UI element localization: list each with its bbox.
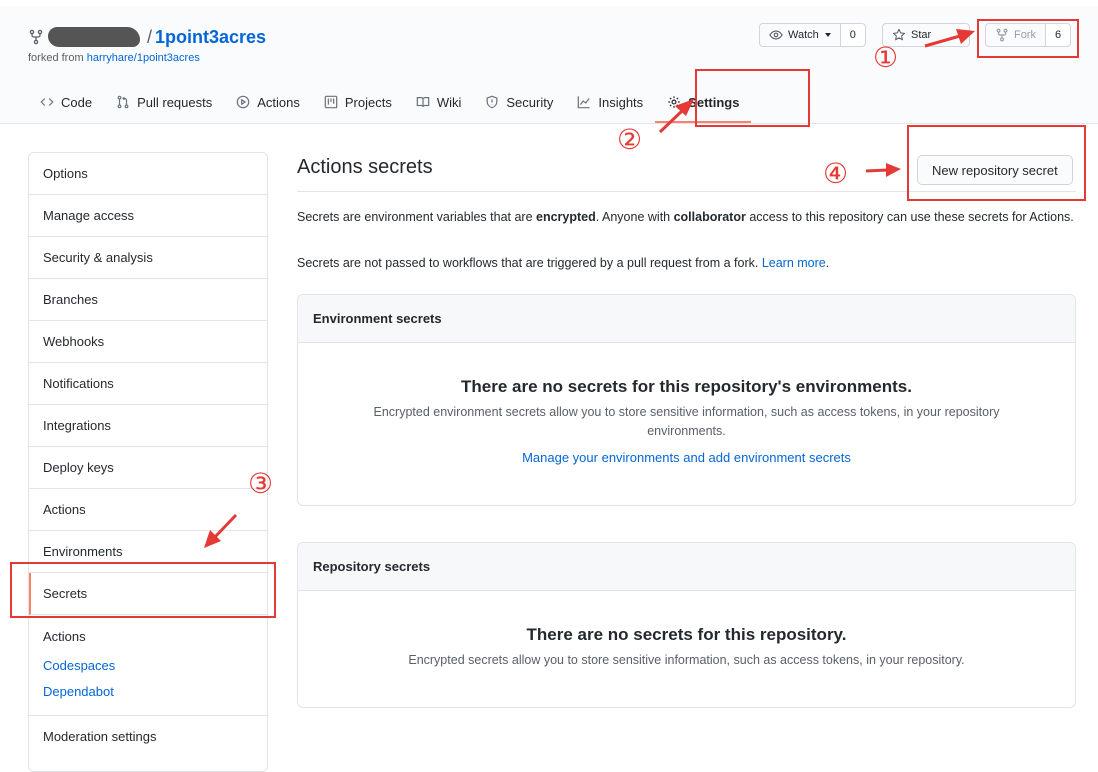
owner-name-redacted <box>48 27 140 47</box>
tab-label: Projects <box>344 94 392 110</box>
sidebar-item-integrations[interactable]: Integrations <box>29 405 267 447</box>
learn-more-link[interactable]: Learn more <box>762 256 826 270</box>
sidebar-item-options[interactable]: Options <box>29 153 267 195</box>
secrets-description: Secrets are environment variables that a… <box>297 208 1076 227</box>
annotation-box-settings <box>695 69 810 127</box>
page-title: Actions secrets <box>297 156 433 178</box>
annotation-box-secrets <box>10 562 276 618</box>
watch-count[interactable]: 0 <box>839 24 865 46</box>
sidebar-item-moderation-settings[interactable]: Moderation settings <box>29 716 267 757</box>
repository-secrets-header: Repository secrets <box>298 543 1075 591</box>
subnav-item-dependabot[interactable]: Dependabot <box>43 679 267 705</box>
desc-text: access to this repository can use these … <box>745 210 1074 224</box>
forked-from-label: forked from <box>28 52 84 64</box>
fork-note-text: Secrets are not passed to workflows that… <box>297 256 762 270</box>
repo-forked-icon <box>29 29 43 45</box>
repository-blank-title: There are no secrets for this repository… <box>526 625 847 644</box>
sidebar-item-notifications[interactable]: Notifications <box>29 363 267 405</box>
environment-blank-body: Encrypted environment secrets allow you … <box>373 405 1000 438</box>
sidebar-item-manage-access[interactable]: Manage access <box>29 195 267 237</box>
repo-nav-tabs: Code Pull requests Actions Projects Wiki… <box>28 83 752 123</box>
environment-blankslate: There are no secrets for this repository… <box>298 343 1075 465</box>
repository-blankslate: There are no secrets for this repository… <box>298 591 1075 670</box>
repo-separator: / <box>147 26 153 47</box>
desc-text: . Anyone with <box>595 210 674 224</box>
settings-sidebar: Options Manage access Security & analysi… <box>28 152 268 772</box>
repo-name-link[interactable]: 1point3acres <box>155 27 266 48</box>
annotation-box-fork <box>977 19 1079 58</box>
environment-secrets-header: Environment secrets <box>298 295 1075 343</box>
sidebar-item-actions[interactable]: Actions <box>29 489 267 531</box>
gear-icon <box>668 96 680 108</box>
tab-projects[interactable]: Projects <box>312 83 404 123</box>
manage-environments-link[interactable]: Manage your environments and add environ… <box>298 450 1075 465</box>
tab-insights[interactable]: Insights <box>565 83 655 123</box>
secrets-subnav: Actions Codespaces Dependabot <box>29 615 267 716</box>
tab-actions[interactable]: Actions <box>224 83 312 123</box>
tab-label: Wiki <box>436 94 462 110</box>
tab-label: Insights <box>598 94 644 110</box>
tab-code[interactable]: Code <box>28 83 104 123</box>
forked-from: forked from harryhare/1point3acres <box>28 52 200 64</box>
star-label: Star <box>911 29 932 41</box>
tab-pull-requests[interactable]: Pull requests <box>104 83 224 123</box>
tab-label: Pull requests <box>137 94 213 110</box>
sidebar-item-branches[interactable]: Branches <box>29 279 267 321</box>
fork-note-end: . <box>825 256 830 270</box>
repository-blank-body: Encrypted secrets allow you to store sen… <box>408 653 965 667</box>
watch-button[interactable]: Watch <box>760 24 840 46</box>
code-icon <box>40 98 54 106</box>
book-icon <box>416 97 430 107</box>
arrow-to-new-secret-icon <box>865 163 901 177</box>
star-icon <box>892 28 906 41</box>
environment-secrets-box: Environment secrets There are no secrets… <box>297 294 1076 506</box>
sidebar-item-security-analysis[interactable]: Security & analysis <box>29 237 267 279</box>
repo-title: / 1point3acres <box>28 24 266 50</box>
annotation-step-3: ③ <box>248 468 274 499</box>
repository-secrets-box: Repository secrets There are no secrets … <box>297 542 1076 708</box>
annotation-step-4: ④ <box>823 158 849 189</box>
watch-button-group: Watch 0 <box>759 23 866 47</box>
play-icon <box>236 95 250 109</box>
forked-source-link[interactable]: harryhare/1point3acres <box>87 52 200 64</box>
subnav-item-codespaces[interactable]: Codespaces <box>43 653 267 679</box>
graph-icon <box>578 96 591 109</box>
project-icon <box>324 95 338 109</box>
desc-bold-encrypted: encrypted <box>536 210 596 224</box>
shield-icon <box>486 95 498 109</box>
tab-security[interactable]: Security <box>473 83 565 123</box>
pull-request-icon <box>117 95 129 109</box>
sidebar-item-deploy-keys[interactable]: Deploy keys <box>29 447 267 489</box>
tab-label: Security <box>506 94 554 110</box>
annotation-box-new-secret <box>907 125 1086 201</box>
tab-wiki[interactable]: Wiki <box>404 83 474 123</box>
fork-note: Secrets are not passed to workflows that… <box>297 254 1076 273</box>
watch-label: Watch <box>788 29 819 41</box>
tab-label: Actions <box>257 94 300 110</box>
subnav-item-actions[interactable]: Actions <box>43 627 267 647</box>
sidebar-item-webhooks[interactable]: Webhooks <box>29 321 267 363</box>
tab-label: Code <box>61 94 93 110</box>
desc-bold-collaborator: collaborator <box>673 210 746 224</box>
desc-text: Secrets are environment variables that a… <box>297 210 537 224</box>
eye-icon <box>769 30 783 40</box>
chevron-down-icon <box>824 33 831 37</box>
annotation-step-1: ① <box>873 42 899 73</box>
environment-blank-title: There are no secrets for this repository… <box>461 377 912 396</box>
annotation-step-2: ② <box>617 124 643 155</box>
